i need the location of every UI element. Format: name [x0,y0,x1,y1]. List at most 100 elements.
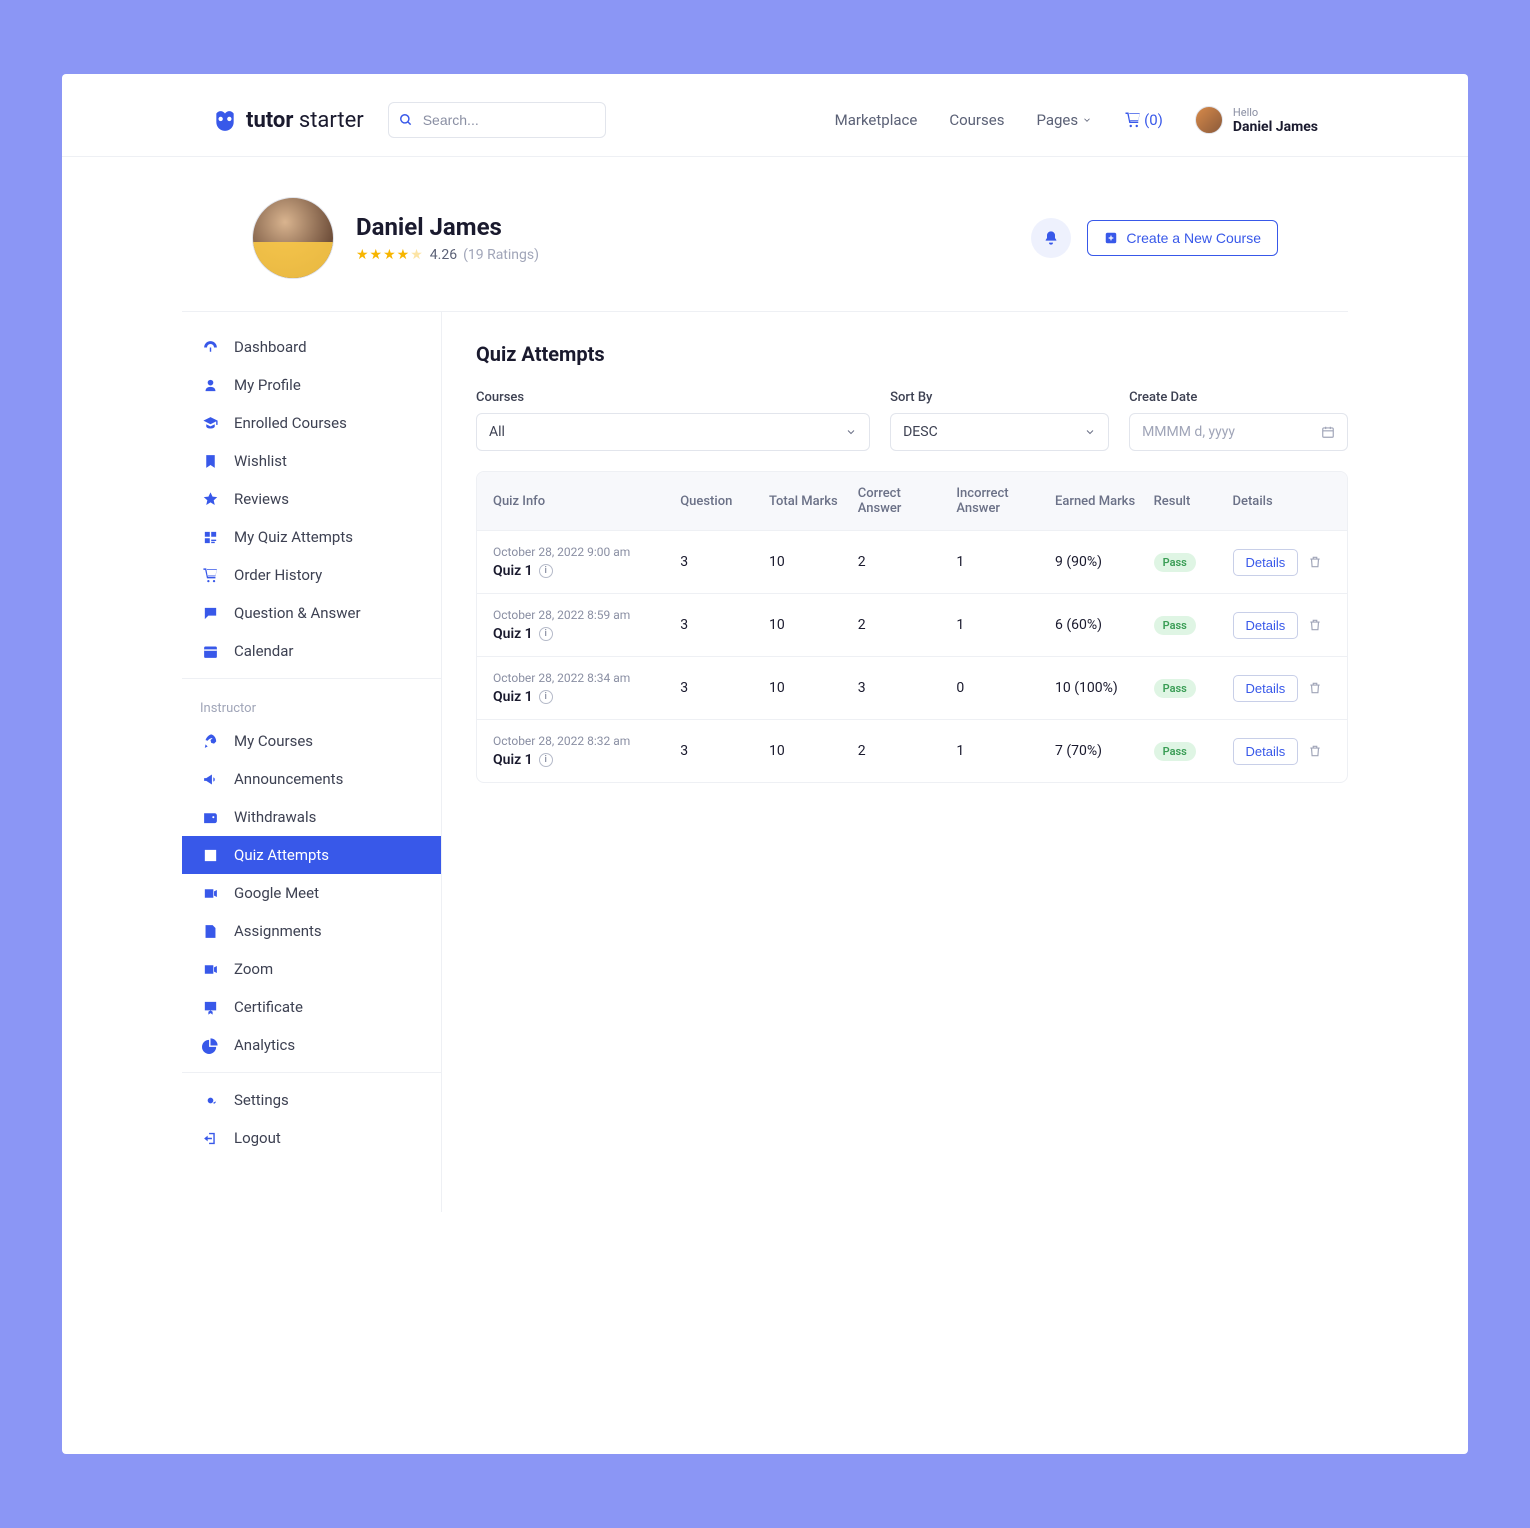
sidebar-item-enrolled-courses[interactable]: Enrolled Courses [182,404,441,442]
cart-icon [1124,111,1142,129]
info-icon[interactable]: i [539,627,553,641]
quiz-icon [202,529,219,546]
zoom-icon [202,961,219,978]
cell-incorrect: 1 [956,617,1045,633]
sidebar-item-settings[interactable]: Settings [182,1081,441,1119]
sidebar-item-zoom[interactable]: Zoom [182,950,441,988]
filter-date-label: Create Date [1129,390,1348,405]
sidebar-item-my-courses[interactable]: My Courses [182,722,441,760]
pass-badge: Pass [1154,742,1196,761]
cell-total: 10 [769,617,848,633]
delete-button[interactable] [1308,681,1322,695]
cell-total: 10 [769,743,848,759]
sidebar-item-certificate[interactable]: Certificate [182,988,441,1026]
sidebar-item-assignments[interactable]: Assignments [182,912,441,950]
user-block[interactable]: Hello Daniel James [1195,106,1318,135]
courses-select[interactable]: All [476,413,870,451]
table-row: October 28, 2022 8:34 amQuiz 1 i3103010 … [477,656,1347,719]
sort-select[interactable]: DESC [890,413,1109,451]
sidebar-item-google-meet[interactable]: Google Meet [182,874,441,912]
app-frame: tutor starter Marketplace Courses Pages … [62,74,1468,1454]
details-button[interactable]: Details [1233,675,1299,702]
sidebar-item-label: Assignments [234,922,322,940]
nav-marketplace[interactable]: Marketplace [835,111,918,129]
date-input[interactable]: MMMM d, yyyy [1129,413,1348,451]
sidebar-item-withdrawals[interactable]: Withdrawals [182,798,441,836]
dashboard-icon-wrap [200,339,220,356]
create-course-button[interactable]: Create a New Course [1087,220,1278,256]
col-question: Question [680,494,759,509]
info-icon[interactable]: i [539,753,553,767]
search-icon [399,113,413,127]
sidebar-item-question-answer[interactable]: Question & Answer [182,594,441,632]
user-name: Daniel James [1233,119,1318,135]
sidebar-item-label: Dashboard [234,338,307,356]
cell-details: Details [1233,612,1331,639]
sidebar-item-calendar[interactable]: Calendar [182,632,441,670]
user-icon-wrap [200,377,220,394]
sidebar-item-wishlist[interactable]: Wishlist [182,442,441,480]
cell-question: 3 [680,554,759,570]
sidebar-item-reviews[interactable]: Reviews [182,480,441,518]
sidebar-item-label: My Courses [234,732,313,750]
quiz2-icon-wrap [200,847,220,864]
notifications-button[interactable] [1031,218,1071,258]
sidebar-item-label: Withdrawals [234,808,316,826]
sidebar-item-order-history[interactable]: Order History [182,556,441,594]
pass-badge: Pass [1154,679,1196,698]
sort-select-value: DESC [903,424,938,440]
cell-correct: 3 [858,680,947,696]
delete-button[interactable] [1308,744,1322,758]
cell-quiz-info: October 28, 2022 8:32 amQuiz 1 i [493,734,670,768]
table-row: October 28, 2022 8:59 amQuiz 1 i310216 (… [477,593,1347,656]
page-title: Quiz Attempts [476,342,1348,366]
sidebar-item-quiz-attempts[interactable]: Quiz Attempts [182,836,441,874]
logo[interactable]: tutor starter [212,107,364,133]
sidebar-item-logout[interactable]: Logout [182,1119,441,1157]
create-course-label: Create a New Course [1126,230,1261,246]
cell-incorrect: 1 [956,554,1045,570]
details-button[interactable]: Details [1233,549,1299,576]
nav-cart[interactable]: (0) [1124,111,1163,129]
sidebar-item-announcements[interactable]: Announcements [182,760,441,798]
details-button[interactable]: Details [1233,612,1299,639]
info-icon[interactable]: i [539,690,553,704]
rating-value: 4.26 [430,247,457,263]
star-rating: ★★★★★ [356,247,424,263]
cell-total: 10 [769,554,848,570]
wallet-icon-wrap [200,809,220,826]
search-box [388,102,606,138]
nav-pages[interactable]: Pages [1036,111,1092,129]
sidebar-item-label: Enrolled Courses [234,414,347,432]
cell-earned: 10 (100%) [1055,680,1144,696]
cell-earned: 7 (70%) [1055,743,1144,759]
sidebar-item-label: Certificate [234,998,303,1016]
trash-icon [1308,555,1322,569]
delete-button[interactable] [1308,555,1322,569]
logo-text-2: starter [293,108,363,133]
quiz-date: October 28, 2022 8:59 am [493,608,670,622]
sidebar-item-label: Google Meet [234,884,319,902]
qa-icon [202,605,219,622]
cell-earned: 6 (60%) [1055,617,1144,633]
profile-info: Daniel James ★★★★★ 4.26 (19 Ratings) [356,213,539,263]
main: Quiz Attempts Courses All Sort By DESC [442,312,1348,1212]
assign-icon [202,923,219,940]
sidebar-item-label: Calendar [234,642,294,660]
sidebar-item-analytics[interactable]: Analytics [182,1026,441,1064]
horn-icon [202,771,219,788]
col-result: Result [1154,494,1223,509]
user-text: Hello Daniel James [1233,106,1318,135]
info-icon[interactable]: i [539,564,553,578]
delete-button[interactable] [1308,618,1322,632]
sidebar-item-my-profile[interactable]: My Profile [182,366,441,404]
search-input[interactable] [388,102,606,138]
user-hello: Hello [1233,106,1318,119]
cell-quiz-info: October 28, 2022 9:00 amQuiz 1 i [493,545,670,579]
col-incorrect: Incorrect Answer [956,486,1045,516]
sidebar-item-dashboard[interactable]: Dashboard [182,328,441,366]
details-button[interactable]: Details [1233,738,1299,765]
cell-total: 10 [769,680,848,696]
sidebar-item-my-quiz-attempts[interactable]: My Quiz Attempts [182,518,441,556]
nav-courses[interactable]: Courses [949,111,1004,129]
